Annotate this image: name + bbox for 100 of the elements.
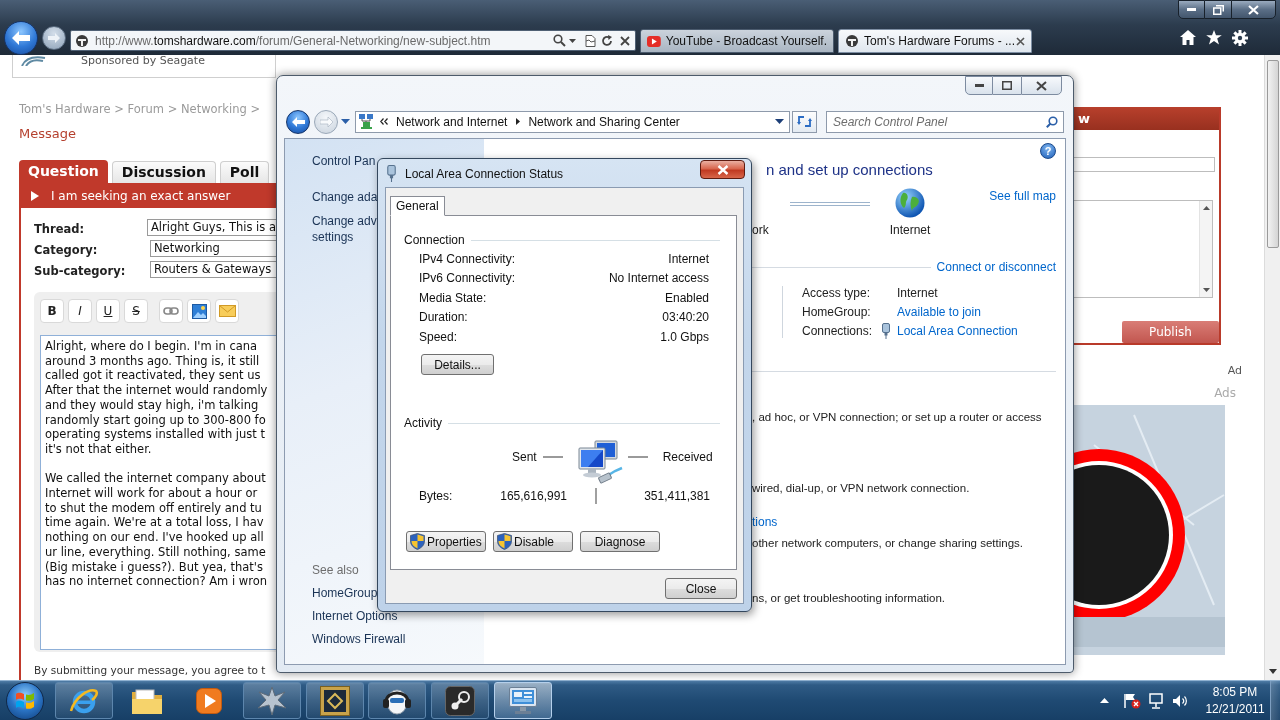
clock-date[interactable]: 12/21/2011 bbox=[1205, 700, 1265, 718]
breadcrumb-link[interactable]: Network and Internet bbox=[396, 112, 508, 131]
address-bar[interactable]: Network and Internet Network and Sharing Center bbox=[355, 110, 790, 133]
text-field[interactable]: Alright Guys, This is a bbox=[146, 219, 276, 236]
close-dialog-button[interactable]: Close bbox=[665, 578, 737, 599]
refresh-icon[interactable] bbox=[601, 34, 613, 47]
see-also-link[interactable]: Internet Options bbox=[312, 609, 398, 623]
flag-icon[interactable] bbox=[1124, 692, 1141, 709]
arrow-left-icon bbox=[12, 31, 30, 45]
settings-icon[interactable] bbox=[1232, 30, 1248, 46]
dialog-title: Local Area Connection Status bbox=[405, 167, 564, 181]
form-tab[interactable]: Discussion bbox=[111, 161, 216, 183]
text-field[interactable] bbox=[1074, 157, 1215, 172]
framed-tile-icon bbox=[319, 685, 350, 716]
taskbar-button[interactable] bbox=[431, 682, 490, 719]
form-tab[interactable]: Poll bbox=[219, 161, 270, 183]
see-also-heading: See also bbox=[312, 563, 359, 577]
taskbar-button[interactable] bbox=[305, 682, 364, 719]
see-also-link[interactable]: HomeGroup bbox=[312, 586, 378, 600]
format-button[interactable]: B bbox=[40, 299, 64, 323]
breadcrumb-link[interactable]: Network and Sharing Center bbox=[528, 112, 680, 131]
search-icon[interactable] bbox=[553, 34, 566, 47]
close-icon bbox=[716, 164, 729, 175]
form-tab[interactable]: Question bbox=[19, 160, 108, 183]
property-link[interactable]: Available to join bbox=[897, 305, 981, 319]
status-label: Duration: bbox=[419, 310, 468, 325]
search-field[interactable]: Search Control Panel bbox=[826, 110, 1064, 133]
full-map-link[interactable]: See full map bbox=[989, 189, 1056, 203]
publish-button[interactable]: Publish bbox=[1122, 321, 1219, 343]
scrollbar-thumb[interactable] bbox=[1266, 60, 1279, 248]
format-button[interactable] bbox=[187, 299, 211, 323]
dialog-tab[interactable]: General bbox=[390, 196, 445, 216]
triangle-right-icon bbox=[516, 118, 521, 125]
details-button[interactable]: Details... bbox=[421, 354, 494, 375]
sent-label: Sent bbox=[512, 450, 537, 464]
show-desktop-button[interactable] bbox=[1270, 681, 1280, 720]
caret-down-icon[interactable] bbox=[569, 38, 576, 43]
maximize-button[interactable] bbox=[993, 76, 1021, 95]
action-button[interactable]: Properties bbox=[406, 531, 486, 552]
browser-tab[interactable]: Tom's Hardware Forums - ... bbox=[838, 29, 1032, 53]
back-button[interactable] bbox=[4, 21, 38, 55]
arrow-right-icon bbox=[319, 116, 333, 127]
address-field[interactable]: http://www.tomshardware.com/forum/General-Networking/new-subject.htm bbox=[70, 30, 636, 51]
speaker-icon[interactable] bbox=[1172, 693, 1188, 708]
scroll-up-arrow-icon[interactable] bbox=[1202, 206, 1210, 210]
taskbar-button[interactable] bbox=[368, 682, 427, 719]
bytes-received-value: 351,411,381 bbox=[644, 489, 710, 503]
torn-page-icon[interactable] bbox=[585, 34, 596, 47]
restore-button[interactable] bbox=[1205, 0, 1231, 19]
task-link[interactable]: Change adv settings bbox=[312, 213, 377, 245]
property-label: Access type: bbox=[802, 286, 871, 300]
action-button[interactable]: Diagnose bbox=[580, 531, 660, 552]
section-link[interactable]: tions bbox=[752, 515, 778, 529]
task-link[interactable]: Change ada bbox=[312, 190, 378, 204]
network-monitor-icon[interactable] bbox=[1148, 692, 1164, 709]
connect-link[interactable]: Connect or disconnect bbox=[936, 260, 1056, 274]
property-link[interactable]: Local Area Connection bbox=[897, 324, 1018, 338]
scroll-down-arrow-icon[interactable] bbox=[1202, 288, 1210, 292]
close-button[interactable] bbox=[1231, 0, 1276, 19]
caret-down-icon[interactable] bbox=[775, 119, 784, 124]
refresh-button[interactable] bbox=[792, 110, 817, 133]
scroll-down-arrow-icon[interactable] bbox=[1268, 669, 1277, 674]
browser-tab[interactable]: YouTube - Broadcast Yourself. bbox=[640, 29, 834, 53]
received-label: Received bbox=[662, 450, 713, 464]
minimize-button[interactable] bbox=[1178, 0, 1205, 19]
action-button[interactable]: Disable bbox=[493, 531, 573, 552]
format-button[interactable]: U bbox=[96, 299, 120, 323]
clock-time[interactable]: 8:05 PM bbox=[1212, 683, 1258, 701]
field-label: Category: bbox=[34, 242, 98, 257]
format-button[interactable]: I bbox=[68, 299, 92, 323]
status-value: Internet bbox=[668, 251, 709, 266]
format-button[interactable]: S bbox=[124, 299, 148, 323]
text-field[interactable]: Networking bbox=[150, 240, 276, 257]
group-heading: Activity bbox=[404, 416, 442, 430]
forward-button[interactable] bbox=[42, 26, 66, 50]
caret-up-icon[interactable] bbox=[1100, 698, 1109, 703]
close-icon[interactable] bbox=[1016, 36, 1025, 46]
see-also-link[interactable]: Windows Firewall bbox=[312, 632, 406, 646]
play-tile-icon bbox=[196, 687, 223, 714]
start-button[interactable] bbox=[6, 681, 44, 720]
message-field[interactable]: Alright, where do I begin. I'm in cana around 3 months ago. Thing is, it still called got it reactivated, they sent us After that the internet would randomly and they would stay high, i'm talking randomly start going up to 300-800 fo operating systems installed with just t it's not that either. We called the internet company about Internet will work for about a hour or to shut the modem off entirely and tu time again. We're at a total loss, I hav nothing on our end. I've hooked up all ur line, everything. Still nothing, same (Big mistake i guess?). But yea, that's has no internet connection? Am i wron bbox=[40, 335, 276, 650]
panel-header: w bbox=[1074, 107, 1219, 130]
format-button[interactable] bbox=[159, 299, 183, 323]
refresh-icon bbox=[797, 115, 812, 128]
back-button[interactable] bbox=[286, 109, 310, 134]
close-icon[interactable] bbox=[620, 35, 630, 46]
search-icon[interactable] bbox=[1046, 115, 1058, 128]
status-value: No Internet access bbox=[608, 271, 709, 286]
computers-icon bbox=[576, 440, 623, 485]
site-logo-icon bbox=[845, 34, 859, 48]
comment-field[interactable] bbox=[1074, 200, 1213, 298]
ads-label: Ads bbox=[1214, 387, 1236, 399]
home-icon[interactable] bbox=[1180, 30, 1196, 45]
caret-down-icon[interactable] bbox=[341, 119, 350, 124]
close-button[interactable] bbox=[1021, 76, 1062, 95]
minimize-button[interactable] bbox=[965, 76, 993, 95]
close-button[interactable] bbox=[700, 160, 745, 179]
star-icon[interactable] bbox=[1206, 30, 1222, 45]
text-field[interactable]: Routers & Gateways bbox=[150, 261, 276, 278]
task-link[interactable]: Control Pan bbox=[312, 154, 376, 168]
